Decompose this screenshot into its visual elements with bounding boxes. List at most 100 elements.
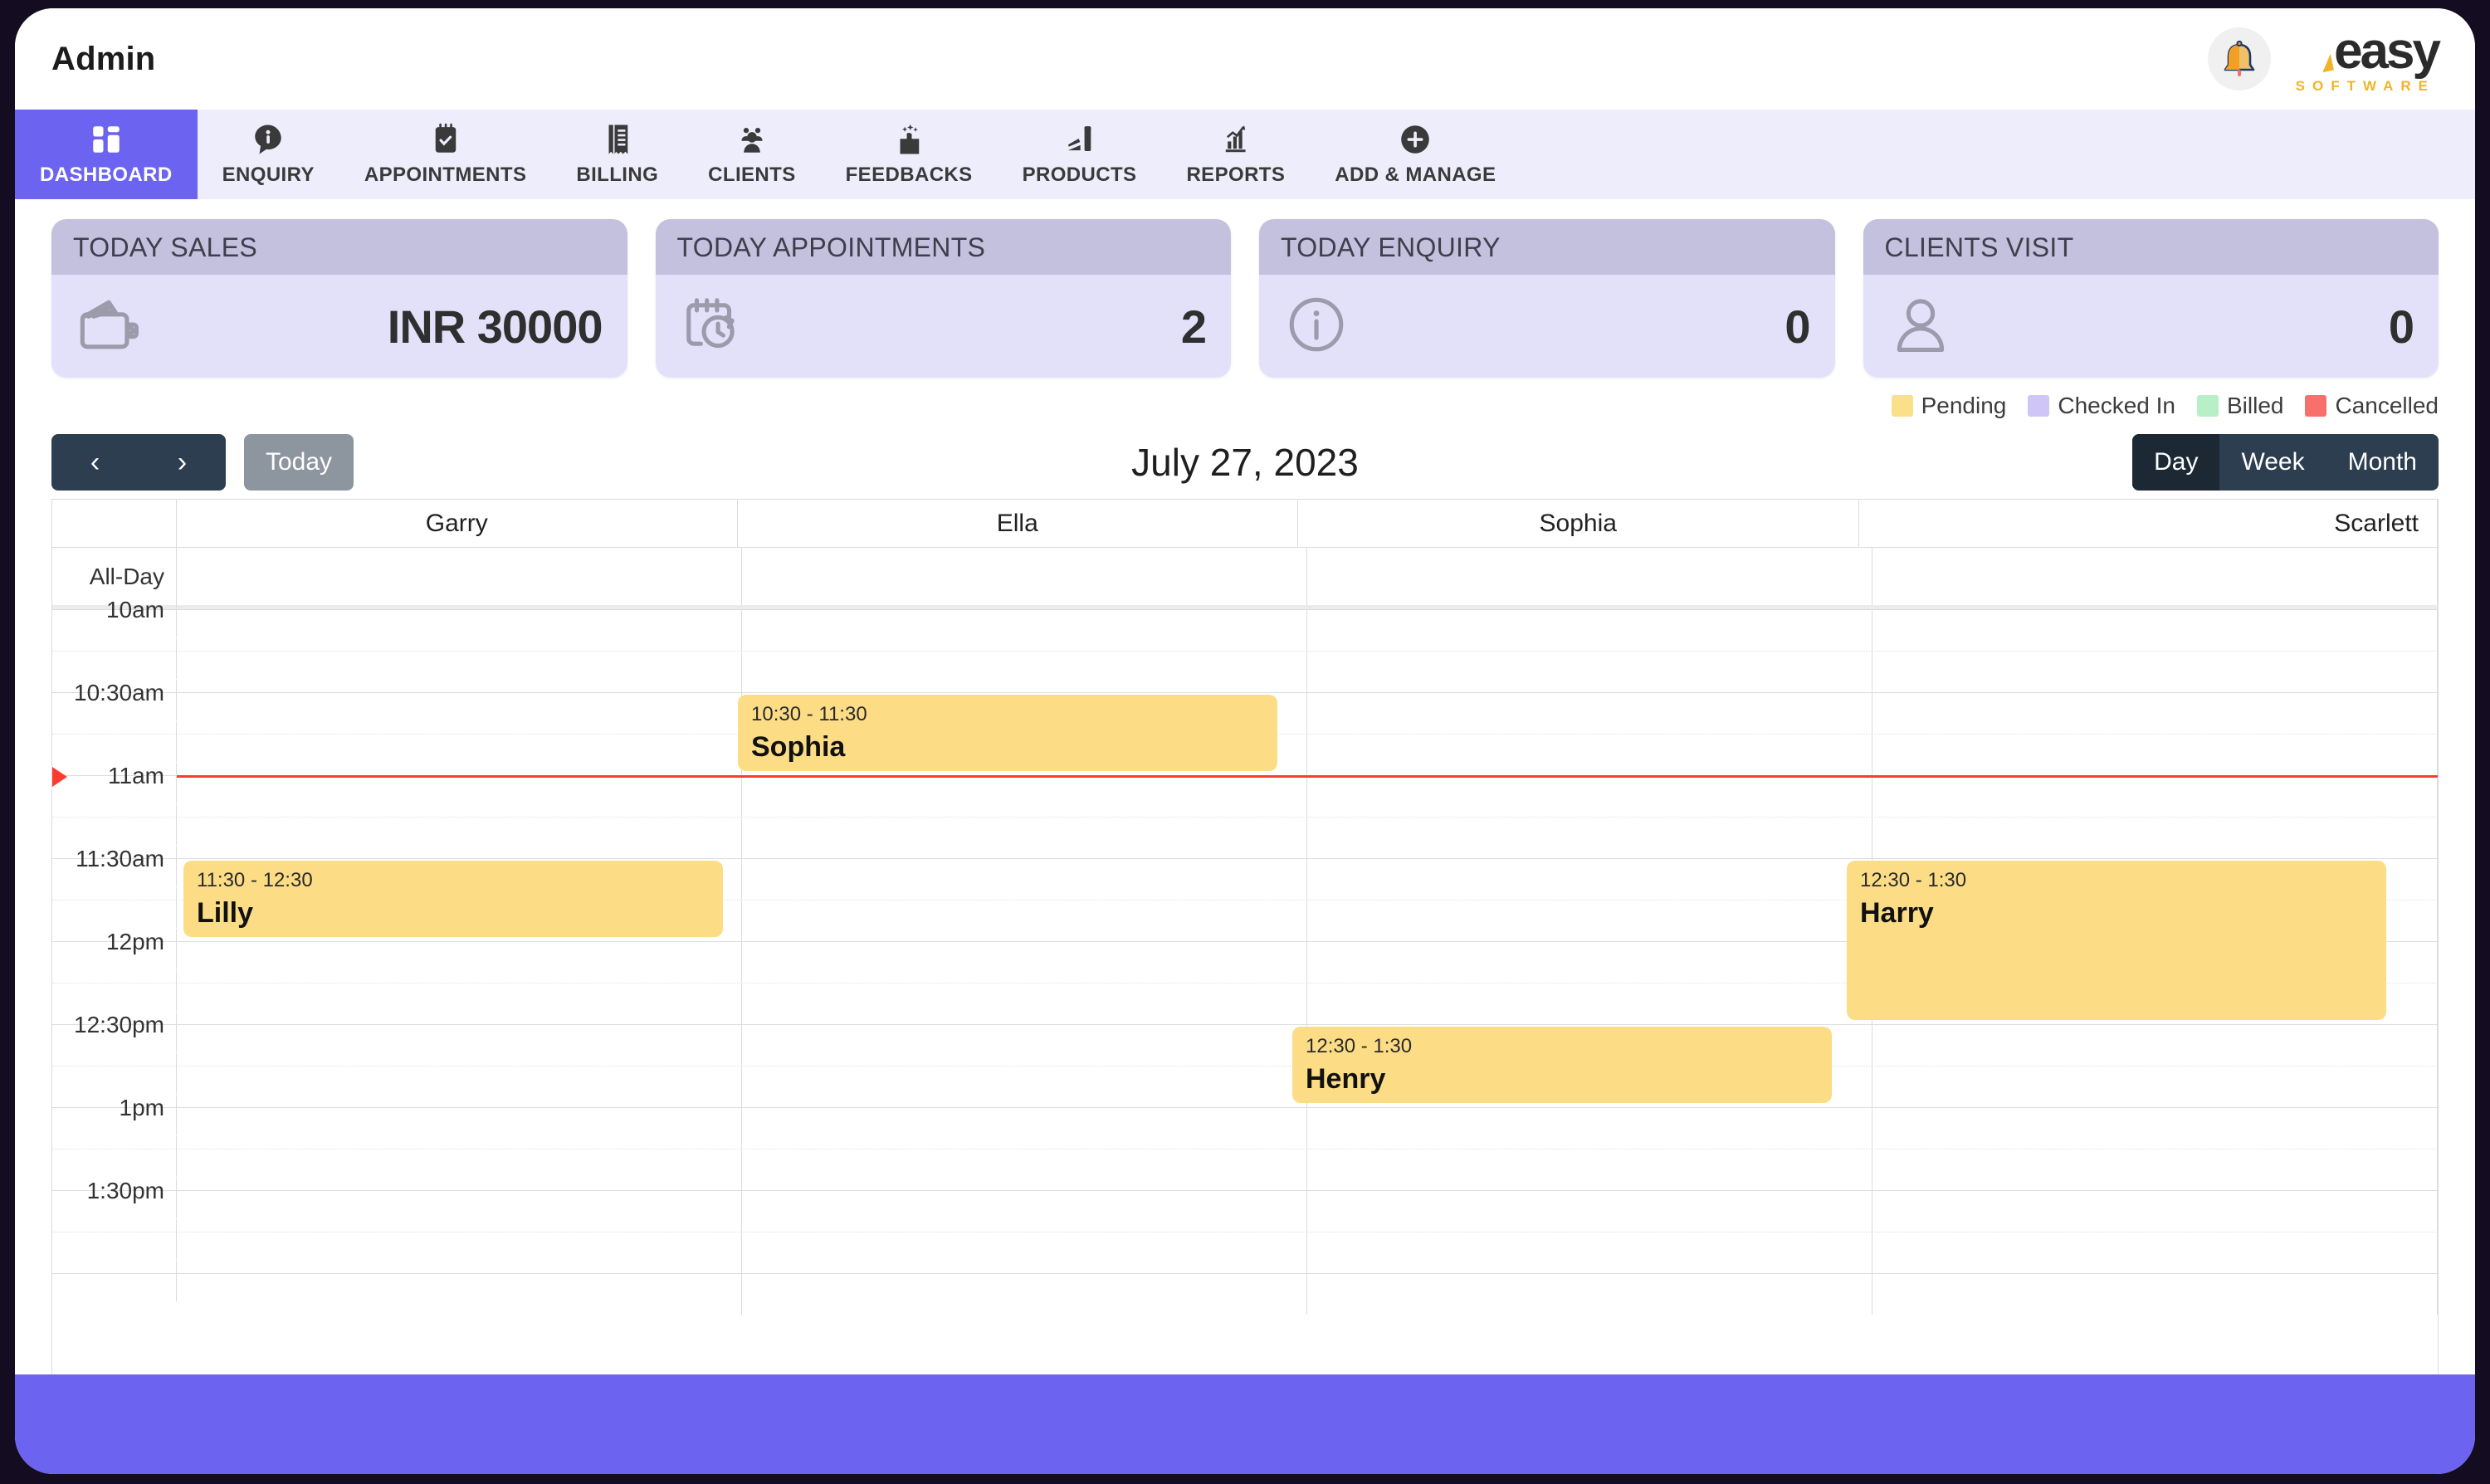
time-slots[interactable]: 10am 10:30am 11am 11:30am 12pm 12:30pm 1pm 1:30… [52,597,2438,1315]
time-slot-row [52,804,2438,858]
time-slot-cell[interactable] [1307,818,1872,858]
time-slot-cell[interactable] [177,776,742,817]
stat-card-clients-visit[interactable]: CLIENTS VISIT 0 [1863,219,2439,378]
nav-item-appointments[interactable]: APPOINTMENTS [339,110,551,199]
time-slot-cell[interactable] [742,901,1307,941]
next-button[interactable]: › [139,434,226,491]
page-title: Admin [51,40,156,77]
time-slot-cell[interactable] [742,1150,1307,1190]
time-slot-cell[interactable] [1307,1233,1872,1273]
stat-card-body: 0 [1259,275,1835,378]
nav-item-billing[interactable]: BILLING [551,110,683,199]
prev-button[interactable]: ‹ [51,434,139,491]
time-slot-cell[interactable] [177,610,742,651]
time-slot-cell[interactable] [1872,652,2438,692]
time-slot-cell[interactable] [177,818,742,858]
time-slot-cell[interactable] [177,1191,742,1232]
time-slot-cell[interactable] [1872,1233,2438,1273]
legend-label: Pending [1921,393,2007,418]
stat-card-today-sales[interactable]: TODAY SALES INR 30000 [51,219,627,378]
time-slot-cell[interactable] [1307,859,1872,900]
time-slot-cell[interactable] [742,818,1307,858]
time-slot-cell[interactable] [1872,1025,2438,1066]
time-slot-cell[interactable] [1307,610,1872,651]
stat-card-value: INR 30000 [387,300,603,353]
time-slot-cell[interactable] [1872,818,2438,858]
view-button-week[interactable]: Week [2219,434,2326,491]
time-slot-cell[interactable] [1307,1108,1872,1149]
calendar-event-harry[interactable]: 12:30 - 1:30 Harry [1847,861,2386,1020]
time-slot-cell[interactable] [1307,1191,1872,1232]
time-slot-cell[interactable] [742,1067,1307,1107]
time-slot-cell[interactable] [1307,776,1872,817]
time-slot-cell[interactable] [742,610,1307,651]
time-slot-cell[interactable] [177,1150,742,1190]
view-button-day[interactable]: Day [2132,434,2220,491]
time-slot-cell[interactable] [177,1025,742,1066]
today-button[interactable]: Today [244,434,354,491]
time-slot-cell[interactable] [1307,942,1872,983]
time-slot-cell[interactable] [742,942,1307,983]
time-slot-cell[interactable] [1307,652,1872,692]
time-slot-cell[interactable] [1307,901,1872,941]
nav-item-feedbacks[interactable]: FEEDBACKS [821,110,998,199]
calendar-event-sophia[interactable]: 10:30 - 11:30 Sophia [738,695,1277,771]
time-slot-cell[interactable] [1307,735,1872,775]
nav-item-clients[interactable]: CLIENTS [683,110,820,199]
time-slot-row [52,1053,2438,1107]
time-slot-cell[interactable] [742,1191,1307,1232]
nav-item-reports[interactable]: REPORTS [1161,110,1310,199]
time-slot-cell[interactable] [1872,1150,2438,1190]
time-slot-cell[interactable] [177,942,742,983]
time-slot-cell[interactable] [742,1233,1307,1273]
all-day-row: All-Day [52,548,2438,609]
time-slot-cell[interactable] [177,984,742,1024]
all-day-cell[interactable] [1872,548,2438,605]
time-slot-cell[interactable] [1872,1191,2438,1232]
all-day-cell[interactable] [1307,548,1872,605]
time-slot-cell[interactable] [742,859,1307,900]
time-slot-cell[interactable] [742,1274,1307,1315]
time-slot-cell[interactable] [742,984,1307,1024]
all-day-cell[interactable] [742,548,1307,605]
notification-button[interactable] [2207,27,2271,90]
stat-card-today-enquiry[interactable]: TODAY ENQUIRY 0 [1259,219,1835,378]
time-slot-cell[interactable] [177,735,742,775]
calendar-event-lilly[interactable]: 11:30 - 12:30 Lilly [183,861,723,937]
nav-item-add-manage[interactable]: ADD & MANAGE [1310,110,1521,199]
time-slot-cell[interactable] [177,693,742,734]
time-slot-cell[interactable] [1307,1274,1872,1315]
time-slot-cell[interactable] [742,1025,1307,1066]
time-slot-cell[interactable] [742,776,1307,817]
stat-card-today-appointments[interactable]: TODAY APPOINTMENTS 2 [655,219,1231,378]
time-slot-cell[interactable] [177,652,742,692]
time-slot-cell[interactable] [1307,693,1872,734]
time-slot-cell[interactable] [177,1233,742,1273]
time-slot-cell[interactable] [1872,735,2438,775]
bar-chart-icon-wrap [1218,122,1253,157]
nav-item-enquiry[interactable]: ENQUIRY [198,110,339,199]
time-slot-cell[interactable] [742,652,1307,692]
time-slot-cell[interactable] [1307,984,1872,1024]
time-slot-cell[interactable] [742,1108,1307,1149]
time-slot-cell[interactable] [1872,693,2438,734]
time-slot-label [52,970,177,1011]
time-slot-cell[interactable] [1872,1108,2438,1149]
time-slot-cell[interactable] [177,1274,742,1315]
time-slot-cell[interactable] [1307,1150,1872,1190]
all-day-cell[interactable] [177,548,742,605]
nav-item-products[interactable]: PRODUCTS [998,110,1162,199]
view-button-month[interactable]: Month [2326,434,2439,491]
time-slot-cell[interactable] [1872,610,2438,651]
time-slot-cell[interactable] [1872,1274,2438,1315]
calendar-event-henry[interactable]: 12:30 - 1:30 Henry [1292,1027,1832,1103]
nav-item-label: APPOINTMENTS [364,164,527,186]
calendar-grid[interactable]: Garry Ella Sophia Scarlett All-Day 10am 10:3… [51,499,2439,1374]
time-slot-cell[interactable] [1872,776,2438,817]
time-slot-cell[interactable] [1872,1067,2438,1107]
nav-item-dashboard[interactable]: DASHBOARD [15,110,198,199]
legend-label: Checked In [2058,393,2175,418]
time-slot-row [52,1219,2438,1273]
time-slot-cell[interactable] [177,1067,742,1107]
time-slot-cell[interactable] [177,1108,742,1149]
